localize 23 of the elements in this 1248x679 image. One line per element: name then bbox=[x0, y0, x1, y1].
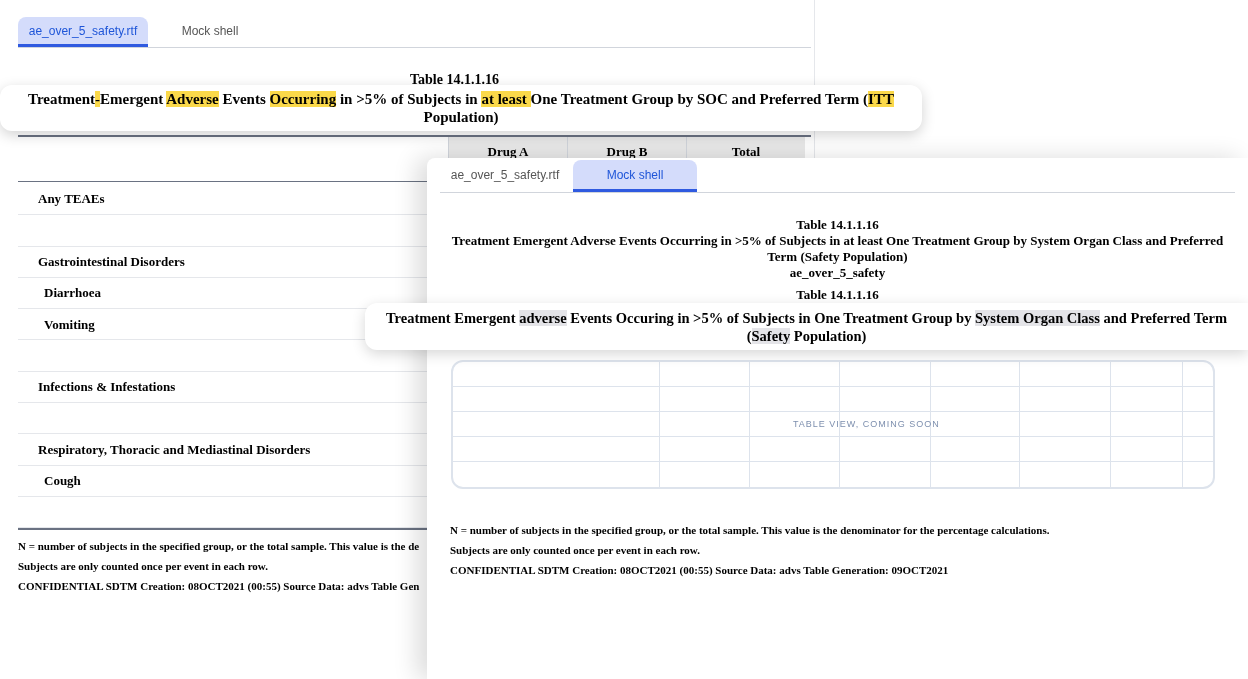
table-cell-text: Respiratory, Thoracic and Mediastinal Disorders bbox=[37, 440, 311, 459]
table-cell-text: Infections & Infestations bbox=[37, 378, 176, 397]
table-number: Table 14.1.1.16 bbox=[796, 287, 879, 303]
table-subtitle: ae_over_5_safety bbox=[789, 265, 886, 281]
footnote: N = number of subjects in the specified group, or the total sample. This value is the de bbox=[18, 539, 420, 555]
table-cell-text: Any TEAEs bbox=[37, 190, 105, 209]
tab[interactable]: Mock shell bbox=[160, 17, 260, 47]
highlighted-title: Treatment Emergent adverse Events Occuring in >5% of Subjects in One Treatment Group by System Organ Class and Preferred Term (Safety Population) bbox=[385, 308, 1228, 345]
footnote: Subjects are only counted once per event in each row. bbox=[18, 559, 268, 575]
tab[interactable]: ae_over_5_safety.rtf bbox=[18, 17, 148, 47]
table-number: Table 14.1.1.16 bbox=[409, 71, 499, 89]
placeholder-text: TABLE VIEW, COMING SOON bbox=[793, 418, 940, 431]
table-title: Treatment Emergent Adverse Events Occurring in >5% of Subjects in at least One Treatment Group by System Organ Class and Preferred Term (Safety Population) bbox=[451, 233, 1224, 265]
tab[interactable]: Mock shell bbox=[573, 160, 697, 192]
footnote: CONFIDENTIAL SDTM Creation: 08OCT2021 (00:55) Source Data: advs Table Gen bbox=[18, 579, 420, 595]
table-number: Table 14.1.1.16 bbox=[796, 217, 879, 233]
table-cell-text: Gastrointestinal Disorders bbox=[37, 253, 185, 271]
table-cell-text: Cough bbox=[43, 472, 81, 491]
table-cell-text: Vomiting bbox=[43, 315, 95, 334]
footnote: Subjects are only counted once per event in each row. bbox=[450, 543, 700, 558]
footnote: CONFIDENTIAL SDTM Creation: 08OCT2021 (00:55) Source Data: advs Table Generation: 09OCT2021 bbox=[450, 563, 949, 578]
footnote: N = number of subjects in the specified group, or the total sample. This value is the denominator for the percentage calculations. bbox=[450, 523, 1050, 538]
table-cell-text: Diarrhoea bbox=[43, 284, 102, 303]
